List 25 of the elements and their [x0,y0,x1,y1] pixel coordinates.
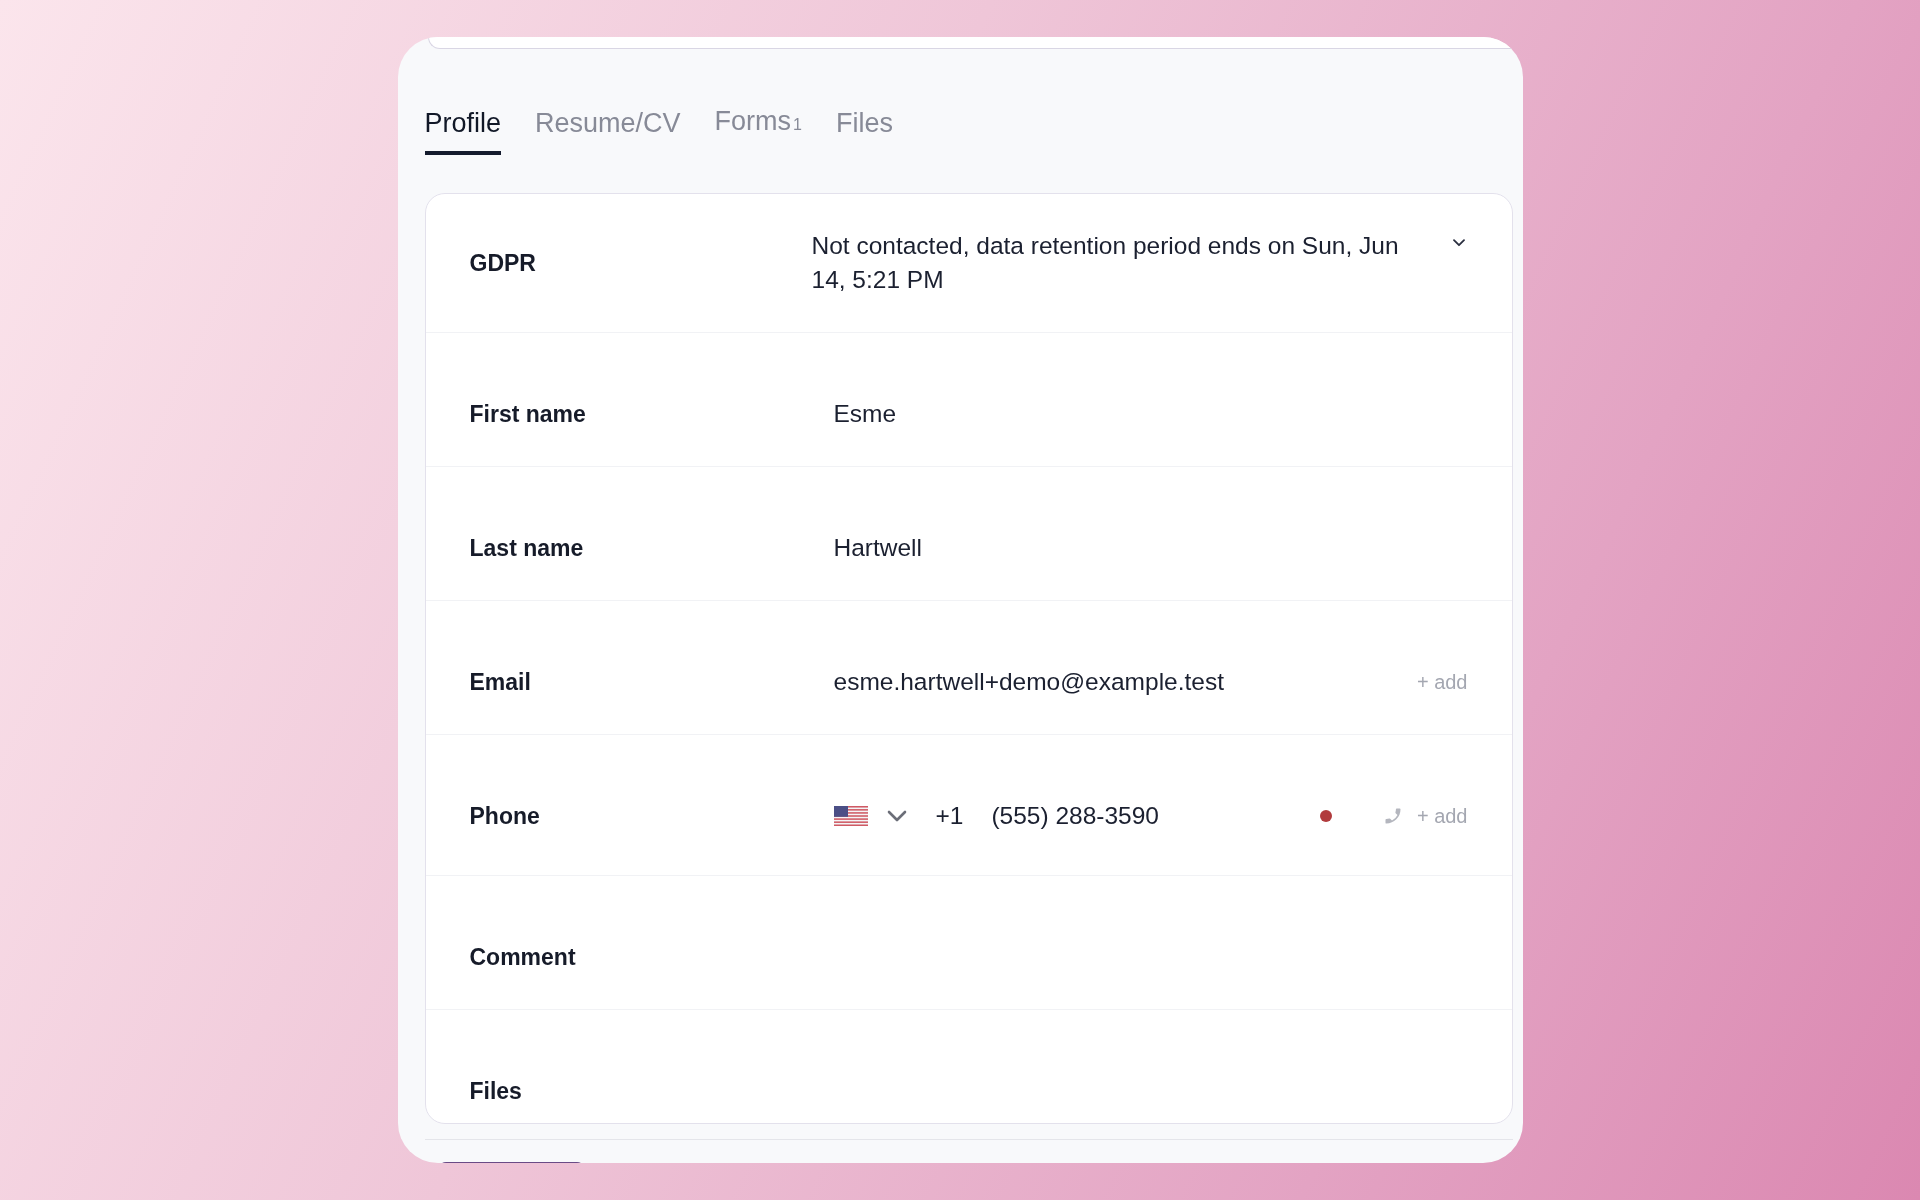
field-label: Comment [469,944,576,970]
field-label: Email [469,669,531,695]
country-select[interactable] [833,806,907,826]
field-value: Esme [833,401,897,427]
field-value: Hartwell [833,535,922,561]
field-value: Not contacted, data retention period ends on Sun, Jun 14, 5:21 PM [811,231,1400,295]
chevron-down-icon[interactable] [1452,239,1465,247]
add-link[interactable]: + add [1416,669,1468,695]
country-code: +1 [935,803,964,829]
flag-icon [833,806,868,826]
tab[interactable]: Files [836,105,893,155]
tab[interactable]: Profile [424,105,502,155]
tab-count: 1 [793,116,802,133]
field-label: First name [469,401,586,427]
caret-icon [886,810,907,822]
field-label: Last name [469,535,584,561]
field-label: Phone [469,803,540,829]
status-dot-icon [1319,810,1332,822]
tab[interactable]: Resume/CV [535,105,681,155]
field-label: Files [469,1078,522,1104]
field-label: GDPR [469,250,536,276]
tab[interactable]: Forms 1 [714,105,802,155]
phone-number: (555) 288-3590 [991,803,1159,829]
add-link[interactable]: + add [1416,803,1468,829]
field-value: esme.hartwell+demo@example.test [833,669,1224,695]
